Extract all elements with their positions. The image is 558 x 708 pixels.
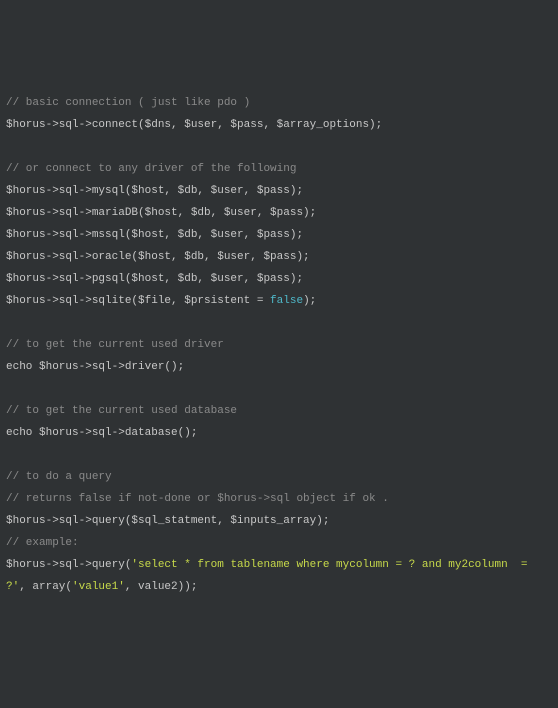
comment-line: // basic connection ( just like pdo ) <box>6 97 250 109</box>
code-block: // basic connection ( just like pdo ) $h… <box>6 92 552 598</box>
code-line: $horus->sql->oracle($host, $db, $user, $… <box>6 251 310 263</box>
code-line: $horus->sql->connect($dns, $user, $pass,… <box>6 119 382 131</box>
string-literal: 'value1' <box>72 581 125 593</box>
comment-line: // to get the current used driver <box>6 339 224 351</box>
comment-line: // example: <box>6 537 79 549</box>
code-line: $horus->sql->query($sql_statment, $input… <box>6 515 329 527</box>
comment-line: // to do a query <box>6 471 112 483</box>
comment-line: // returns false if not-done or $horus->… <box>6 493 389 505</box>
comment-line: // or connect to any driver of the follo… <box>6 163 296 175</box>
code-line: $horus->sql->mssql($host, $db, $user, $p… <box>6 229 303 241</box>
code-line: $horus->sql->mysql($host, $db, $user, $p… <box>6 185 303 197</box>
comment-line: // to get the current used database <box>6 405 237 417</box>
code-line: $horus->sql->sqlite($file, $prsistent = … <box>6 295 316 307</box>
keyword-false: false <box>270 295 303 307</box>
code-line: $horus->sql->query('select * from tablen… <box>6 559 534 593</box>
code-line: $horus->sql->pgsql($host, $db, $user, $p… <box>6 273 303 285</box>
code-line: $horus->sql->mariaDB($host, $db, $user, … <box>6 207 316 219</box>
code-line: echo $horus->sql->database(); <box>6 427 197 439</box>
code-line: echo $horus->sql->driver(); <box>6 361 184 373</box>
